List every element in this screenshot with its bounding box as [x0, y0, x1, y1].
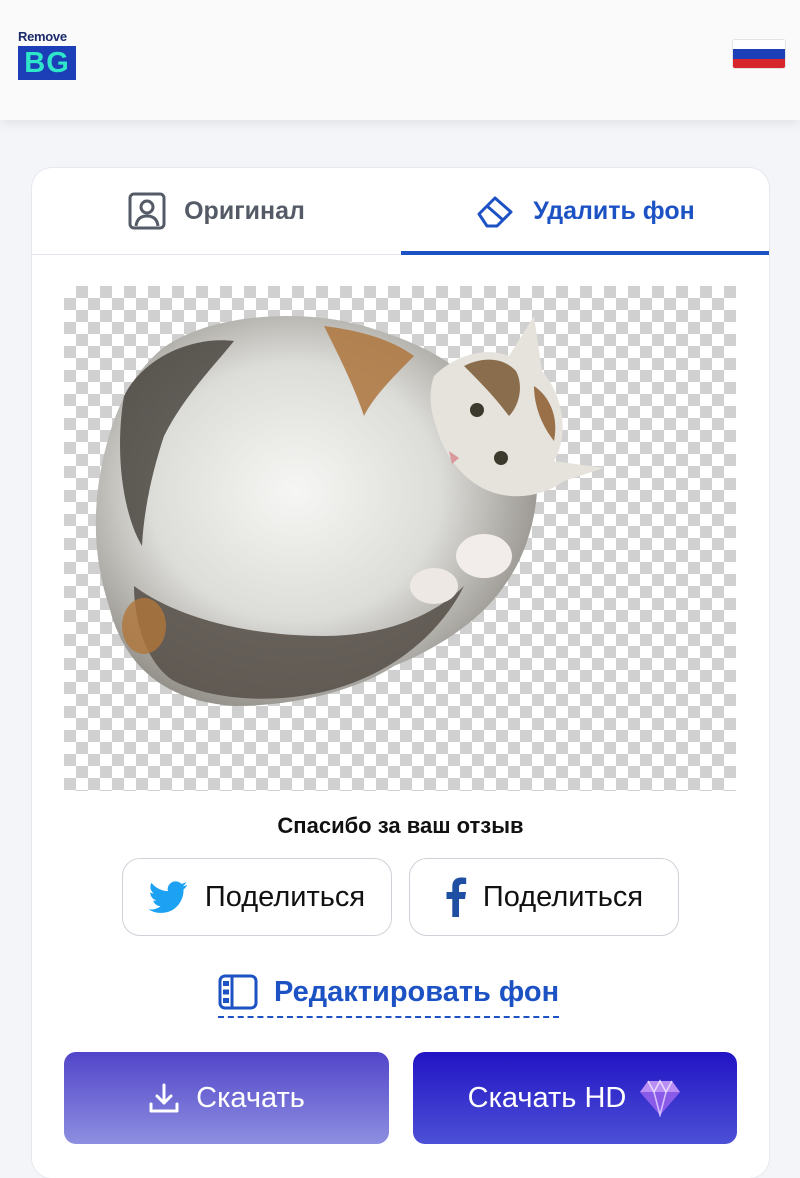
facebook-icon: [446, 877, 467, 917]
logo-text-bottom: BG: [18, 46, 76, 80]
twitter-icon: [148, 881, 188, 913]
share-twitter-button[interactable]: Поделиться: [122, 858, 392, 936]
portrait-icon: [128, 192, 166, 230]
share-facebook-button[interactable]: Поделиться: [409, 858, 679, 936]
edit-background-label: Редактировать фон: [274, 975, 560, 1008]
download-button[interactable]: Скачать: [64, 1052, 389, 1144]
tab-remove-background[interactable]: Удалить фон: [401, 168, 769, 254]
tab-bar: Оригинал Удалить фон: [32, 168, 769, 255]
cat-cutout-image: [95, 316, 604, 706]
active-tab-indicator: [401, 251, 769, 255]
film-strip-icon: [218, 974, 258, 1010]
tab-remove-background-label: Удалить фон: [533, 196, 695, 225]
download-label: Скачать: [196, 1081, 305, 1114]
share-twitter-label: Поделиться: [204, 880, 366, 913]
tab-original-label: Оригинал: [184, 196, 305, 225]
editor-card: Оригинал Удалить фон Спасибо за ваш отзы…: [32, 168, 769, 1178]
tab-original[interactable]: Оригинал: [32, 168, 401, 254]
share-facebook-label: Поделиться: [482, 880, 644, 913]
diamond-icon: [640, 1079, 681, 1117]
eraser-icon: [477, 196, 513, 228]
download-hd-button[interactable]: Скачать HD: [413, 1052, 737, 1144]
result-preview: [64, 286, 736, 791]
logo-text-top: Remove: [18, 29, 67, 44]
download-icon: [149, 1083, 179, 1113]
feedback-thanks: Спасибо за ваш отзыв: [277, 813, 524, 838]
app-header: Remove BG: [0, 0, 800, 120]
edit-background-link[interactable]: Редактировать фон: [218, 968, 560, 1018]
logo[interactable]: Remove BG: [18, 30, 78, 80]
download-hd-label: Скачать HD: [467, 1081, 627, 1114]
russia-flag-icon[interactable]: [733, 40, 785, 68]
